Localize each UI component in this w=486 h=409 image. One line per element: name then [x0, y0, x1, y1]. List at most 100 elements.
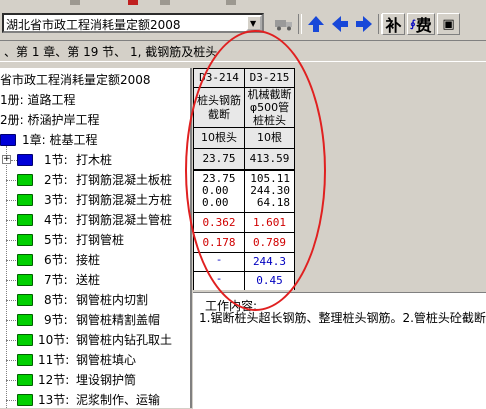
tree-section-num: 7节:: [44, 273, 68, 287]
tree-node-section[interactable]: 8节: 钢管桩内切割: [0, 290, 190, 310]
tree-section-name: 钢管桩精割盖帽: [76, 313, 161, 327]
folder-icon: [17, 334, 33, 346]
tree-section-num: 13节:: [38, 393, 70, 407]
quota-unit-cell[interactable]: 10根: [244, 127, 295, 149]
toolbar-remnant: [128, 0, 138, 5]
fee-button[interactable]: ∮ 费: [407, 13, 435, 35]
move-left-button[interactable]: [328, 13, 351, 35]
work-content-text: 1.锯断桩头超长钢筋、整理桩头钢筋。2.管桩头砼截断: [199, 311, 486, 325]
consumption-cell[interactable]: 0.362: [194, 213, 244, 232]
move-up-button[interactable]: [304, 13, 327, 35]
price-breakdown-cell[interactable]: 23.75 0.00 0.00: [194, 172, 244, 212]
toolbar-remnant: [160, 0, 170, 5]
supplement-button[interactable]: 补: [382, 13, 405, 35]
consumption-cell[interactable]: 1.601: [245, 213, 294, 232]
toolbar-separator: [298, 14, 302, 34]
tree-section-num: 1节:: [44, 153, 68, 167]
tree-node-section[interactable]: 11节: 钢管桩填心: [0, 350, 190, 370]
tree-guide: [6, 260, 16, 261]
top-toolbar-strip: [0, 0, 486, 10]
calc-button[interactable]: ▣: [437, 13, 460, 35]
consumption-cell[interactable]: -: [194, 253, 244, 271]
tree-guide: [6, 200, 16, 201]
quota-name-cell[interactable]: 桩头钢筋 截断: [193, 87, 245, 128]
breadcrumb-text: 、第 1 章、第 19 节、 1, 截钢筋及桩头: [4, 45, 218, 59]
tree-node-section[interactable]: 13节: 泥浆制作、运输: [0, 390, 190, 408]
tree-node-section[interactable]: 2节: 打钢筋混凝土板桩: [0, 170, 190, 190]
quota-name-line: 截断: [208, 108, 230, 121]
tree-section-name: 埋设钢护筒: [76, 373, 137, 387]
tree-section-name: 打钢筋混凝土管桩: [76, 213, 173, 227]
consumption-cell[interactable]: 0.178: [194, 233, 244, 252]
price-breakdown-cell[interactable]: 105.11 244.30 64.18: [245, 172, 294, 212]
work-content-panel: 工作内容: 1.锯断桩头超长钢筋、整理桩头钢筋。2.管桩头砼截断: [193, 292, 486, 409]
folder-icon: [17, 314, 33, 326]
arrow-left-icon: [331, 16, 348, 32]
quota-code-cell[interactable]: D3-215: [244, 68, 295, 88]
machine-cost: 0.00: [202, 196, 229, 209]
quota-name-line: φ500管: [249, 101, 290, 114]
dropdown-button[interactable]: ▼: [246, 15, 262, 31]
tree-label: 省市政工程消耗量定额2008: [0, 73, 151, 87]
tree-section-num: 3节:: [44, 193, 68, 207]
tree-node-vol2[interactable]: 2册: 桥涵护岸工程: [0, 110, 190, 130]
consumption-cell[interactable]: 0.789: [245, 233, 294, 252]
tree-node-section[interactable]: 10节: 钢管桩内钻孔取土: [0, 330, 190, 350]
quota-base-price-cell[interactable]: 413.59: [244, 148, 295, 170]
tree-section-num: 8节:: [44, 293, 68, 307]
supplement-label: 补: [385, 16, 402, 35]
folder-icon: [17, 354, 33, 366]
fee-label: 费: [415, 16, 432, 35]
folder-icon: [17, 234, 33, 246]
tree-node-section[interactable]: 12节: 埋设钢护筒: [0, 370, 190, 390]
tree-node-section[interactable]: 9节: 钢管桩精割盖帽: [0, 310, 190, 330]
tree-guide: [6, 320, 16, 321]
tree-node-root[interactable]: 省市政工程消耗量定额2008: [0, 70, 190, 90]
grid-empty-area: [295, 68, 486, 290]
truck-button[interactable]: [272, 13, 295, 35]
quota-library-select[interactable]: 湖北省市政工程消耗量定额2008 ▼: [2, 13, 264, 33]
consumption-cell[interactable]: 244.3: [245, 253, 294, 271]
tree-label: 1章: 桩基工程: [22, 133, 98, 147]
tree-node-section[interactable]: 4节: 打钢筋混凝土管桩: [0, 210, 190, 230]
tree-node-section[interactable]: 7节: 送桩: [0, 270, 190, 290]
tree-guide: [6, 380, 16, 381]
tree-node-vol1[interactable]: 1册: 道路工程: [0, 90, 190, 110]
move-right-button[interactable]: [352, 13, 375, 35]
tree-node-section[interactable]: 3节: 打钢筋混凝土方桩: [0, 190, 190, 210]
tree-node-section[interactable]: 6节: 接桩: [0, 250, 190, 270]
quota-library-value: 湖北省市政工程消耗量定额2008: [6, 18, 181, 32]
arrow-up-icon: [307, 16, 324, 32]
tree-guide: [6, 300, 16, 301]
tree-label: 2册: 桥涵护岸工程: [0, 113, 100, 127]
tree-node-section[interactable]: 5节: 打钢管桩: [0, 230, 190, 250]
tree-guide: [6, 340, 16, 341]
machine-cost: 64.18: [256, 196, 290, 209]
toolbar-remnant: [226, 0, 236, 5]
tree-guide: [6, 360, 16, 361]
quota-name-cell[interactable]: 机械截断 φ500管 桩桩头: [244, 87, 295, 128]
tree-section-name: 泥浆制作、运输: [76, 393, 161, 407]
consumption-cell[interactable]: 0.45: [245, 272, 294, 290]
quota-code-cell[interactable]: D3-214: [193, 68, 245, 88]
toolbar-remnant: [70, 0, 80, 5]
tree-section-num: 5节:: [44, 233, 68, 247]
consumption-cell[interactable]: -: [194, 272, 244, 290]
expand-icon[interactable]: +: [2, 155, 11, 164]
tree-label: 1册: 道路工程: [0, 93, 76, 107]
quota-grid: D3-214 D3-215 桩头钢筋 截断 机械截断 φ500管 桩桩头 10根…: [193, 68, 295, 290]
tree-guide: [6, 180, 16, 181]
truck-icon: [274, 20, 292, 31]
tree-section-name: 钢管桩填心: [76, 353, 137, 367]
quota-unit-cell[interactable]: 10根头: [193, 127, 245, 149]
tree-section-num: 4节:: [44, 213, 68, 227]
folder-icon: [17, 154, 33, 166]
chevron-down-icon: ▼: [250, 19, 257, 28]
tree-section-name: 打钢管桩: [76, 233, 125, 247]
folder-icon: [17, 394, 33, 406]
tree-node-ch1[interactable]: 1章: 桩基工程: [0, 130, 190, 150]
tree-node-section[interactable]: + 1节: 打木桩: [0, 150, 190, 170]
tree-section-name: 打钢筋混凝土方桩: [76, 193, 173, 207]
quota-base-price-cell[interactable]: 23.75: [193, 148, 245, 170]
quota-tree[interactable]: 省市政工程消耗量定额2008 1册: 道路工程 2册: 桥涵护岸工程 1章: 桩…: [0, 68, 192, 408]
